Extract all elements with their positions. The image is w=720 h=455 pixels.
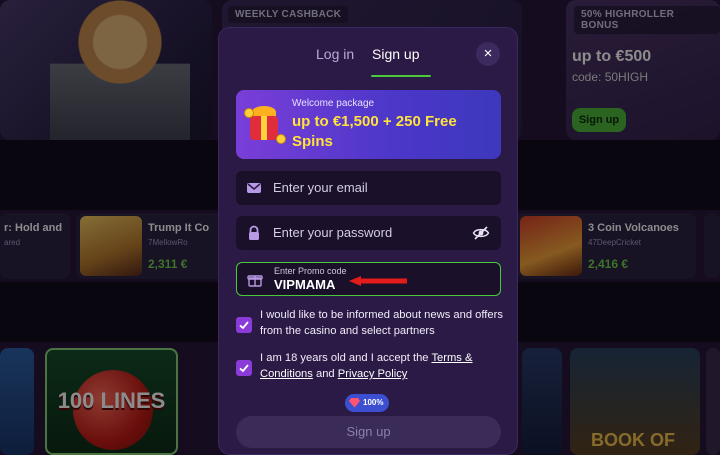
game-tile[interactable] bbox=[706, 348, 720, 455]
highroller-tag: 50% HIGHROLLER BONUS bbox=[574, 6, 720, 34]
game-player: 7MellowRo bbox=[148, 238, 188, 247]
password-placeholder: Enter your password bbox=[273, 225, 393, 240]
close-button[interactable]: × bbox=[476, 42, 500, 66]
lock-icon bbox=[249, 225, 259, 240]
game-tile[interactable]: BOOK OF bbox=[570, 348, 700, 455]
game-title: Trump It Co bbox=[148, 222, 210, 234]
privacy-policy-link[interactable]: Privacy Policy bbox=[338, 368, 408, 380]
game-title: 3 Coin Volcanoes bbox=[588, 222, 679, 234]
game-card[interactable]: r: Hold and ared bbox=[0, 213, 70, 279]
email-placeholder: Enter your email bbox=[273, 180, 368, 195]
game-tile[interactable] bbox=[0, 348, 34, 455]
hero-banner-left[interactable] bbox=[0, 0, 212, 140]
game-tile-title: BOOK OF bbox=[591, 430, 675, 450]
badge-label: 100% bbox=[363, 398, 384, 407]
hero-character-image bbox=[50, 0, 190, 140]
mail-icon bbox=[247, 183, 261, 193]
gift-icon bbox=[247, 275, 263, 287]
red-arrow-icon bbox=[349, 276, 407, 286]
welcome-package-banner: Welcome package up to €1,500 + 250 Free … bbox=[236, 90, 501, 159]
game-card[interactable]: Trump It Co 7MellowRo 2,311 € bbox=[76, 213, 222, 279]
checkmark-icon bbox=[239, 321, 249, 330]
password-field[interactable]: Enter your password bbox=[236, 216, 501, 250]
game-tile[interactable]: 100 LINES bbox=[45, 348, 178, 455]
news-consent-checkbox[interactable] bbox=[236, 317, 252, 333]
game-title: r: Hold and bbox=[4, 222, 63, 234]
highroller-amount: up to €500 bbox=[572, 48, 652, 65]
game-player: 47DeepCricket bbox=[588, 238, 641, 247]
welcome-label: Welcome package bbox=[292, 98, 375, 109]
game-card[interactable] bbox=[704, 213, 720, 279]
promo-code-value: VIPMAMA bbox=[274, 277, 336, 292]
close-icon: × bbox=[483, 45, 493, 62]
game-card[interactable]: 3 Coin Volcanoes 47DeepCricket 2,416 € bbox=[516, 213, 696, 279]
weekly-cashback-tag: WEEKLY CASHBACK bbox=[228, 6, 349, 23]
eye-off-icon[interactable] bbox=[472, 224, 490, 242]
checkmark-icon bbox=[239, 364, 249, 373]
tab-signup[interactable]: Sign up bbox=[372, 46, 419, 62]
tab-login[interactable]: Log in bbox=[316, 46, 354, 62]
news-consent-text: I would like to be informed about news a… bbox=[260, 309, 503, 337]
active-tab-indicator bbox=[371, 75, 431, 77]
welcome-offer: up to €1,500 + 250 Free Spins bbox=[292, 113, 457, 150]
game-player: ared bbox=[4, 238, 21, 247]
highroller-code: code: 50HIGH bbox=[572, 70, 649, 84]
age-consent-and: and bbox=[312, 368, 338, 380]
bonus-percent-badge: 100% bbox=[345, 394, 390, 412]
promo-code-field[interactable]: Enter Promo code VIPMAMA bbox=[236, 262, 501, 296]
auth-tabs: Log in Sign up bbox=[219, 28, 517, 80]
gem-icon bbox=[349, 398, 360, 408]
promo-code-label: Enter Promo code bbox=[274, 266, 347, 276]
game-win-amount: 2,416 € bbox=[588, 257, 629, 271]
game-tile[interactable] bbox=[522, 348, 562, 455]
game-win-amount: 2,311 € bbox=[148, 257, 188, 271]
age-consent-prefix: I am 18 years old and I accept the bbox=[260, 352, 432, 364]
email-field[interactable]: Enter your email bbox=[236, 171, 501, 205]
age-consent-text: I am 18 years old and I accept the Terms… bbox=[260, 350, 505, 382]
age-consent-checkbox[interactable] bbox=[236, 360, 252, 376]
signup-button[interactable]: Sign up bbox=[236, 416, 501, 448]
game-thumbnail bbox=[80, 216, 142, 276]
game-thumbnail bbox=[520, 216, 582, 276]
gift-icon bbox=[244, 104, 286, 144]
signup-modal: Log in Sign up × Welcome package up to €… bbox=[218, 27, 518, 455]
game-tile-title: 100 LINES bbox=[57, 388, 166, 413]
highroller-signup-button[interactable]: Sign up bbox=[572, 108, 626, 132]
